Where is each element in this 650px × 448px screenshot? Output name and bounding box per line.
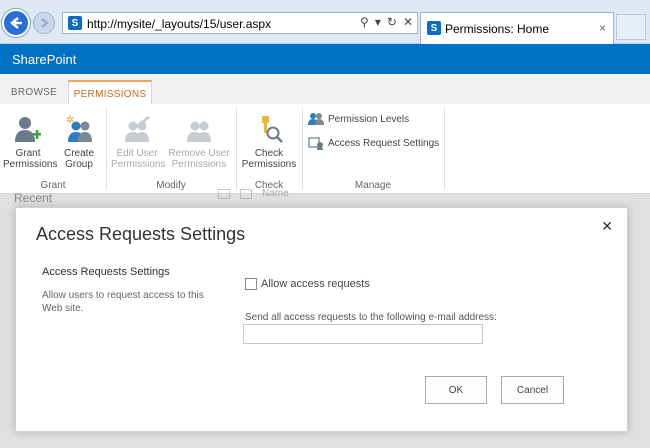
forward-button[interactable] (33, 12, 55, 34)
group-separator (106, 108, 107, 190)
url-text: http://mysite/_layouts/15/user.aspx (87, 17, 272, 31)
section-title: Access Requests Settings (42, 266, 170, 278)
grant-permissions-label-2: Permissions (3, 159, 58, 170)
tab-favicon-icon: S (427, 21, 441, 35)
browser-tab[interactable]: S Permissions: Home × (420, 12, 614, 44)
allow-access-requests-checkbox[interactable] (245, 278, 257, 290)
tab-title: Permissions: Home (445, 22, 550, 36)
remove-user-permissions-label-2: Permissions (171, 159, 227, 170)
grant-permissions-icon (15, 117, 41, 142)
close-icon[interactable]: ✕ (601, 218, 613, 235)
group-separator (236, 108, 237, 190)
grant-permissions-label-1: Grant (15, 148, 41, 159)
address-bar[interactable]: S http://mysite/_layouts/15/user.aspx ⚲ … (62, 12, 418, 34)
cancel-button[interactable]: Cancel (501, 376, 564, 404)
browser-toolbar: S http://mysite/_layouts/15/user.aspx ⚲ … (0, 0, 650, 44)
dropdown-icon[interactable]: ▾ (375, 15, 381, 29)
section-description: Allow users to request access to this We… (42, 290, 204, 314)
access-request-settings-button[interactable]: Access Request Settings (308, 136, 439, 150)
access-request-settings-icon (308, 137, 323, 150)
edit-user-permissions-label-1: Edit User (116, 148, 158, 159)
allow-access-requests-row[interactable]: Allow access requests (245, 278, 370, 290)
access-requests-dialog: Access Requests Settings ✕ Access Reques… (15, 207, 628, 432)
email-label: Send all access requests to the followin… (245, 312, 497, 323)
tab-browse[interactable]: BROWSE (0, 80, 68, 104)
create-group-button[interactable]: ✲ Create Group (54, 114, 104, 170)
email-field[interactable] (243, 324, 483, 344)
ok-button[interactable]: OK (425, 376, 487, 404)
create-group-label-2: Group (65, 159, 93, 170)
check-permissions-label-1: Check (254, 148, 284, 159)
search-icon[interactable]: ⚲ (360, 15, 369, 29)
permission-levels-label: Permission Levels (328, 113, 410, 125)
sharepoint-brand[interactable]: SharePoint (12, 52, 76, 67)
permission-levels-button[interactable]: Permission Levels (308, 112, 409, 126)
tab-close-icon[interactable]: × (599, 21, 606, 35)
remove-user-permissions-button[interactable]: Remove User Permissions (168, 114, 230, 170)
allow-access-requests-label: Allow access requests (261, 278, 370, 290)
dialog-title: Access Requests Settings (36, 224, 246, 244)
remove-user-permissions-icon (187, 121, 211, 142)
suite-bar: SharePoint (0, 44, 650, 74)
sharepoint-favicon-icon: S (68, 16, 82, 30)
remove-user-permissions-label-1: Remove User (168, 148, 230, 159)
check-permissions-label-2: Permissions (241, 159, 297, 170)
new-tab-button[interactable] (616, 14, 646, 40)
create-group-icon: ✲ (66, 115, 92, 142)
edit-user-permissions-button[interactable]: Edit User Permissions (111, 114, 166, 170)
group-label-modify: Modify (156, 180, 186, 191)
ribbon: Grant Permissions ✲ Create Group Grant E… (0, 104, 650, 194)
check-permissions-icon (262, 116, 283, 143)
refresh-icon[interactable]: ↻ (387, 15, 397, 29)
grant-permissions-button[interactable]: Grant Permissions (3, 114, 57, 170)
stop-icon[interactable]: ✕ (403, 15, 413, 29)
access-request-settings-label: Access Request Settings (328, 137, 440, 149)
tab-permissions[interactable]: PERMISSIONS (68, 80, 152, 104)
create-group-label-1: Create (63, 148, 94, 159)
back-button[interactable] (2, 9, 30, 37)
permission-levels-icon (308, 113, 324, 125)
ribbon-tabs: BROWSE PERMISSIONS (0, 74, 650, 104)
group-separator (444, 108, 445, 190)
forward-arrow-icon (41, 18, 49, 28)
edit-user-permissions-icon (125, 116, 150, 142)
group-label-manage: Manage (354, 180, 392, 191)
check-permissions-button[interactable]: Check Permissions (240, 114, 298, 170)
back-arrow-icon (10, 17, 22, 29)
edit-user-permissions-label-2: Permissions (111, 159, 166, 170)
group-separator (302, 108, 303, 190)
group-label-grant: Grant (40, 180, 66, 191)
